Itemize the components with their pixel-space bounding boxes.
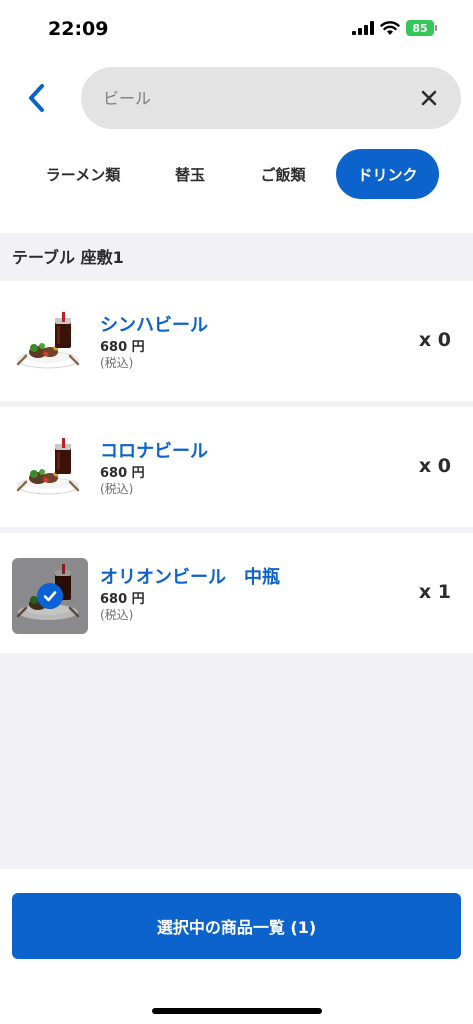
status-bar: 22:09 85 <box>0 0 473 60</box>
item-quantity: x 0 <box>418 329 451 351</box>
item-name: コロナビール <box>100 441 208 462</box>
item-quantity: x 1 <box>418 581 451 603</box>
selected-items-button[interactable]: 選択中の商品一覧 (1) <box>12 893 461 959</box>
tab-rice[interactable]: ご飯類 <box>238 149 328 199</box>
item-quantity: x 0 <box>418 455 451 477</box>
close-icon <box>421 90 437 106</box>
search-input[interactable] <box>103 67 403 129</box>
clear-search-button[interactable] <box>417 86 441 110</box>
tab-ramen[interactable]: ラーメン類 <box>24 149 142 199</box>
item-list-area: テーブル 座敷1 シンハビール 680 円 (税込) x 0 コロナビール 68… <box>0 233 473 869</box>
category-tabs: ラーメン類 替玉 ご飯類 ドリンク <box>0 149 473 199</box>
status-time: 22:09 <box>48 18 109 40</box>
home-indicator <box>152 1008 322 1014</box>
selected-check-icon <box>37 583 63 609</box>
status-icons: 85 <box>352 20 437 36</box>
battery-level: 85 <box>406 20 434 36</box>
item-price: 680 円 <box>100 592 145 607</box>
battery-indicator: 85 <box>406 20 437 36</box>
table-label: テーブル 座敷1 <box>12 248 124 267</box>
back-button[interactable] <box>20 78 52 118</box>
tab-kaedama[interactable]: 替玉 <box>150 149 230 199</box>
item-tax-note: (税込) <box>100 482 134 496</box>
food-drink-image <box>12 432 88 508</box>
menu-item[interactable]: オリオンビール 中瓶 680 円 (税込) x 1 <box>0 533 473 653</box>
menu-item[interactable]: シンハビール 680 円 (税込) x 0 <box>0 281 473 401</box>
item-tax-note: (税込) <box>100 356 134 370</box>
item-price: 680 円 <box>100 340 145 355</box>
item-tax-note: (税込) <box>100 608 134 622</box>
item-name: オリオンビール 中瓶 <box>100 567 280 588</box>
search-bar <box>81 67 461 129</box>
section-header: テーブル 座敷1 <box>0 233 473 279</box>
wifi-icon <box>380 20 400 35</box>
cellular-signal-icon <box>352 21 374 35</box>
food-drink-image <box>12 306 88 382</box>
battery-tip <box>435 25 437 31</box>
tab-drink[interactable]: ドリンク <box>336 149 439 199</box>
header <box>0 66 473 130</box>
chevron-left-icon <box>29 84 44 112</box>
food-drink-image <box>12 558 88 634</box>
item-name: シンハビール <box>100 315 208 336</box>
menu-item[interactable]: コロナビール 680 円 (税込) x 0 <box>0 407 473 527</box>
item-price: 680 円 <box>100 466 145 481</box>
